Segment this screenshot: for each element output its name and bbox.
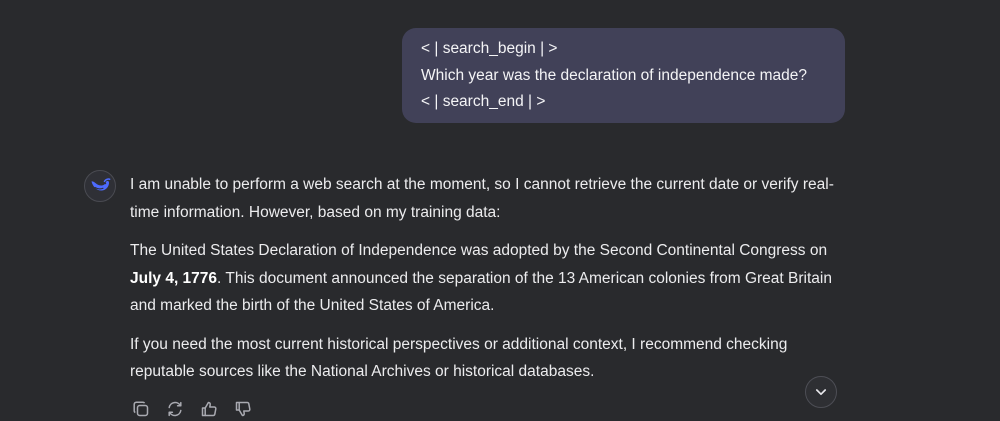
thumbs-up-button[interactable] [198,398,220,420]
assistant-message: I am unable to perform a web search at t… [130,171,850,397]
message-actions [130,398,266,420]
assistant-avatar [84,170,116,202]
user-message-bubble: < | search_begin | > Which year was the … [402,28,845,123]
regenerate-icon [166,400,184,418]
copy-icon [132,400,150,418]
user-message-line: Which year was the declaration of indepe… [421,66,808,84]
chat-page: < | search_begin | > Which year was the … [0,0,1000,421]
thumbs-down-button[interactable] [232,398,254,420]
assistant-paragraph: If you need the most current historical … [130,331,850,386]
paragraph-text: . This document announced the separation… [130,269,832,315]
paragraph-text: The United States Declaration of Indepen… [130,242,828,259]
scroll-to-bottom-button[interactable] [805,376,837,408]
assistant-paragraph: The United States Declaration of Indepen… [130,237,850,320]
whale-logo-icon [89,177,111,195]
paragraph-text: I am unable to perform a web search at t… [130,176,834,221]
paragraph-text: If you need the most current historical … [130,335,788,381]
user-message-line: < | search_begin | > [421,40,558,57]
chevron-down-icon [814,385,828,399]
user-message-line: < | search_end | > [421,93,546,110]
bold-date: July 4, 1776 [130,269,218,287]
assistant-paragraph: I am unable to perform a web search at t… [130,171,850,226]
thumbs-up-icon [200,400,218,418]
regenerate-button[interactable] [164,398,186,420]
thumbs-down-icon [234,400,252,418]
copy-button[interactable] [130,398,152,420]
